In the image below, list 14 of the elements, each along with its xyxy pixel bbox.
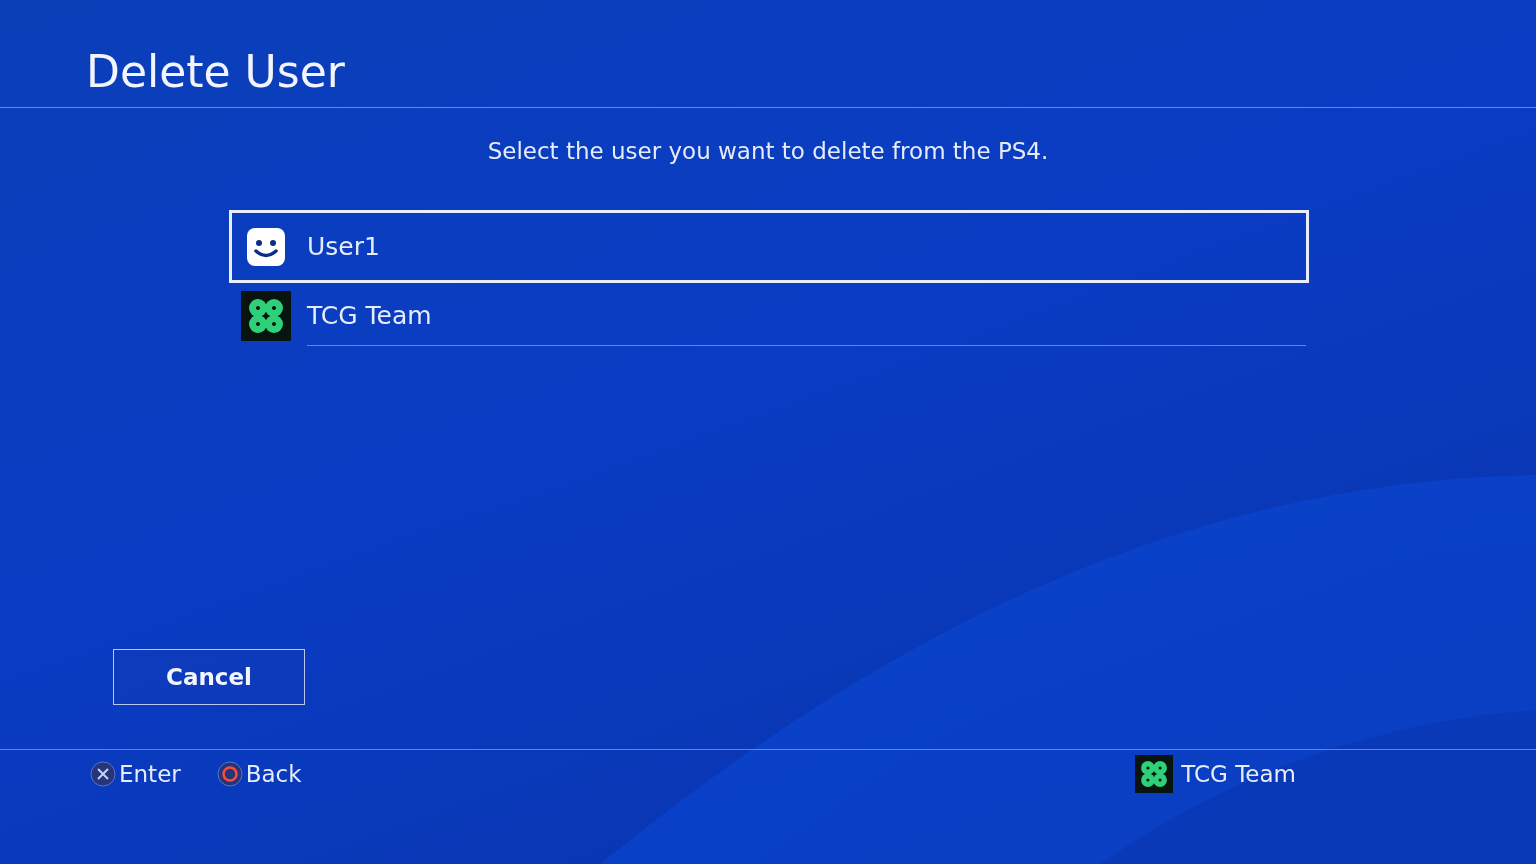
current-user-name: TCG Team <box>1181 761 1296 787</box>
user-list-item[interactable]: TCG Team <box>229 283 1309 349</box>
cross-button-icon <box>90 761 116 787</box>
user-name: User1 <box>307 232 380 261</box>
clover-avatar-icon <box>241 291 291 341</box>
user-list-item[interactable]: User1 <box>229 210 1309 283</box>
circle-button-icon <box>216 761 243 787</box>
hint-label: Back <box>245 761 302 787</box>
instruction-text: Select the user you want to delete from the PS4. <box>486 138 1050 164</box>
cancel-button[interactable]: Cancel <box>113 649 305 705</box>
user-name: TCG Team <box>307 301 432 330</box>
page-title: Delete User <box>86 46 345 97</box>
hint-label: Enter <box>119 761 181 787</box>
clover-avatar-icon <box>1135 755 1174 793</box>
